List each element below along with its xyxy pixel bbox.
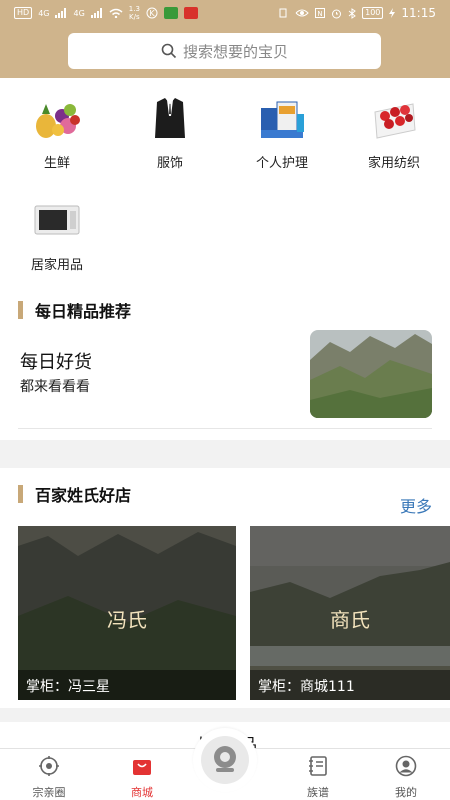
nfc-icon: N: [315, 8, 326, 18]
app-notification-icon: [163, 7, 178, 19]
surname-shops-section: 百家姓氏好店 更多 冯氏 掌柜：冯三星 商氏 掌柜：商城111: [0, 468, 450, 708]
personal-care-image: [261, 101, 304, 138]
section-header: 百家姓氏好店: [18, 482, 131, 506]
alarm-icon: [332, 9, 342, 18]
camera-icon: [201, 736, 249, 784]
shopping-bag-icon: [133, 760, 151, 775]
shop-card[interactable]: 冯氏 掌柜：冯三星: [18, 526, 236, 700]
suit-image: [155, 98, 185, 138]
category-household[interactable]: 居家用品: [7, 198, 107, 273]
section-accent-bar: [18, 301, 23, 319]
category-label: 居家用品: [30, 258, 83, 273]
microwave-image: [34, 205, 80, 235]
wifi-icon: [109, 8, 123, 18]
signal-icon-2: [90, 8, 102, 18]
charging-icon: [389, 8, 396, 18]
more-link[interactable]: 更多: [400, 493, 432, 517]
section-title: 每日精品推荐: [35, 302, 132, 321]
daily-item-title[interactable]: 每日好货: [20, 348, 92, 374]
category-label: 个人护理: [255, 156, 308, 171]
clock: 11:15: [401, 6, 436, 20]
shop-name: 冯氏: [107, 608, 147, 632]
bluetooth-icon: [348, 7, 356, 19]
category-grid: 生鲜 服饰 个人护理 家用纺织 居家用品: [0, 78, 450, 288]
category-label: 生鲜: [43, 156, 70, 171]
tab-label: 商城: [131, 786, 153, 799]
section-header: 每日精品推荐: [18, 298, 131, 322]
section-title: 百家姓氏好店: [35, 486, 132, 505]
search-placeholder: 搜索想要的宝贝: [182, 42, 288, 61]
header: 搜索想要的宝贝: [0, 26, 450, 78]
shop-card[interactable]: 商氏 掌柜：商城111: [250, 526, 450, 700]
signal-icon: [55, 8, 67, 18]
shop-name: 商氏: [330, 608, 370, 632]
daily-item-subtitle: 都来看看看: [20, 379, 90, 395]
section-accent-bar: [18, 485, 23, 503]
category-fresh[interactable]: 生鲜: [7, 96, 107, 171]
tab-clan-circle[interactable]: 宗亲圈: [9, 755, 89, 800]
shop-owner: 掌柜：冯三星: [18, 670, 236, 700]
search-input[interactable]: 搜索想要的宝贝: [68, 33, 381, 69]
hd-indicator: HD: [14, 7, 33, 19]
tab-mine[interactable]: 我的: [366, 755, 446, 800]
user-icon: [395, 755, 417, 777]
search-icon: [161, 43, 177, 59]
battery-indicator: 100: [362, 7, 384, 19]
vibrate-icon: [279, 8, 287, 18]
network-speed: 1.3 K/s: [128, 5, 140, 21]
status-bar: HD 4G 4G 1.3 K/s K N 100 11:15: [0, 0, 450, 26]
notebook-icon: [309, 756, 327, 776]
center-camera-button[interactable]: [193, 728, 257, 792]
tab-mall[interactable]: 商城: [102, 755, 182, 800]
divider: [18, 428, 432, 429]
category-personal-care[interactable]: 个人护理: [232, 96, 332, 171]
eye-icon: [295, 9, 309, 17]
app-notification-icon-2: [183, 7, 198, 19]
tab-label: 宗亲圈: [32, 786, 66, 799]
daily-recommend-section: 每日精品推荐 每日好货 都来看看看: [0, 288, 450, 440]
fresh-produce-image: [36, 104, 80, 138]
svg-text:N: N: [318, 10, 323, 18]
category-home-textile[interactable]: 家用纺织: [344, 96, 444, 171]
signal-4g-indicator: 4G: [38, 8, 50, 18]
k-app-icon: K: [146, 7, 158, 19]
svg-text:K: K: [149, 9, 155, 18]
daily-item-image[interactable]: [310, 330, 432, 418]
tab-label: 我的: [395, 786, 417, 799]
category-apparel[interactable]: 服饰: [120, 96, 220, 171]
gear-icon: [39, 756, 59, 776]
shop-owner: 掌柜：商城111: [250, 670, 450, 700]
category-label: 家用纺织: [367, 156, 420, 171]
tab-label: 族谱: [307, 786, 329, 799]
home-textile-image: [374, 103, 416, 139]
category-label: 服饰: [156, 156, 183, 171]
signal-4g-indicator-2: 4G: [73, 8, 85, 18]
tab-genealogy[interactable]: 族谱: [278, 755, 358, 800]
